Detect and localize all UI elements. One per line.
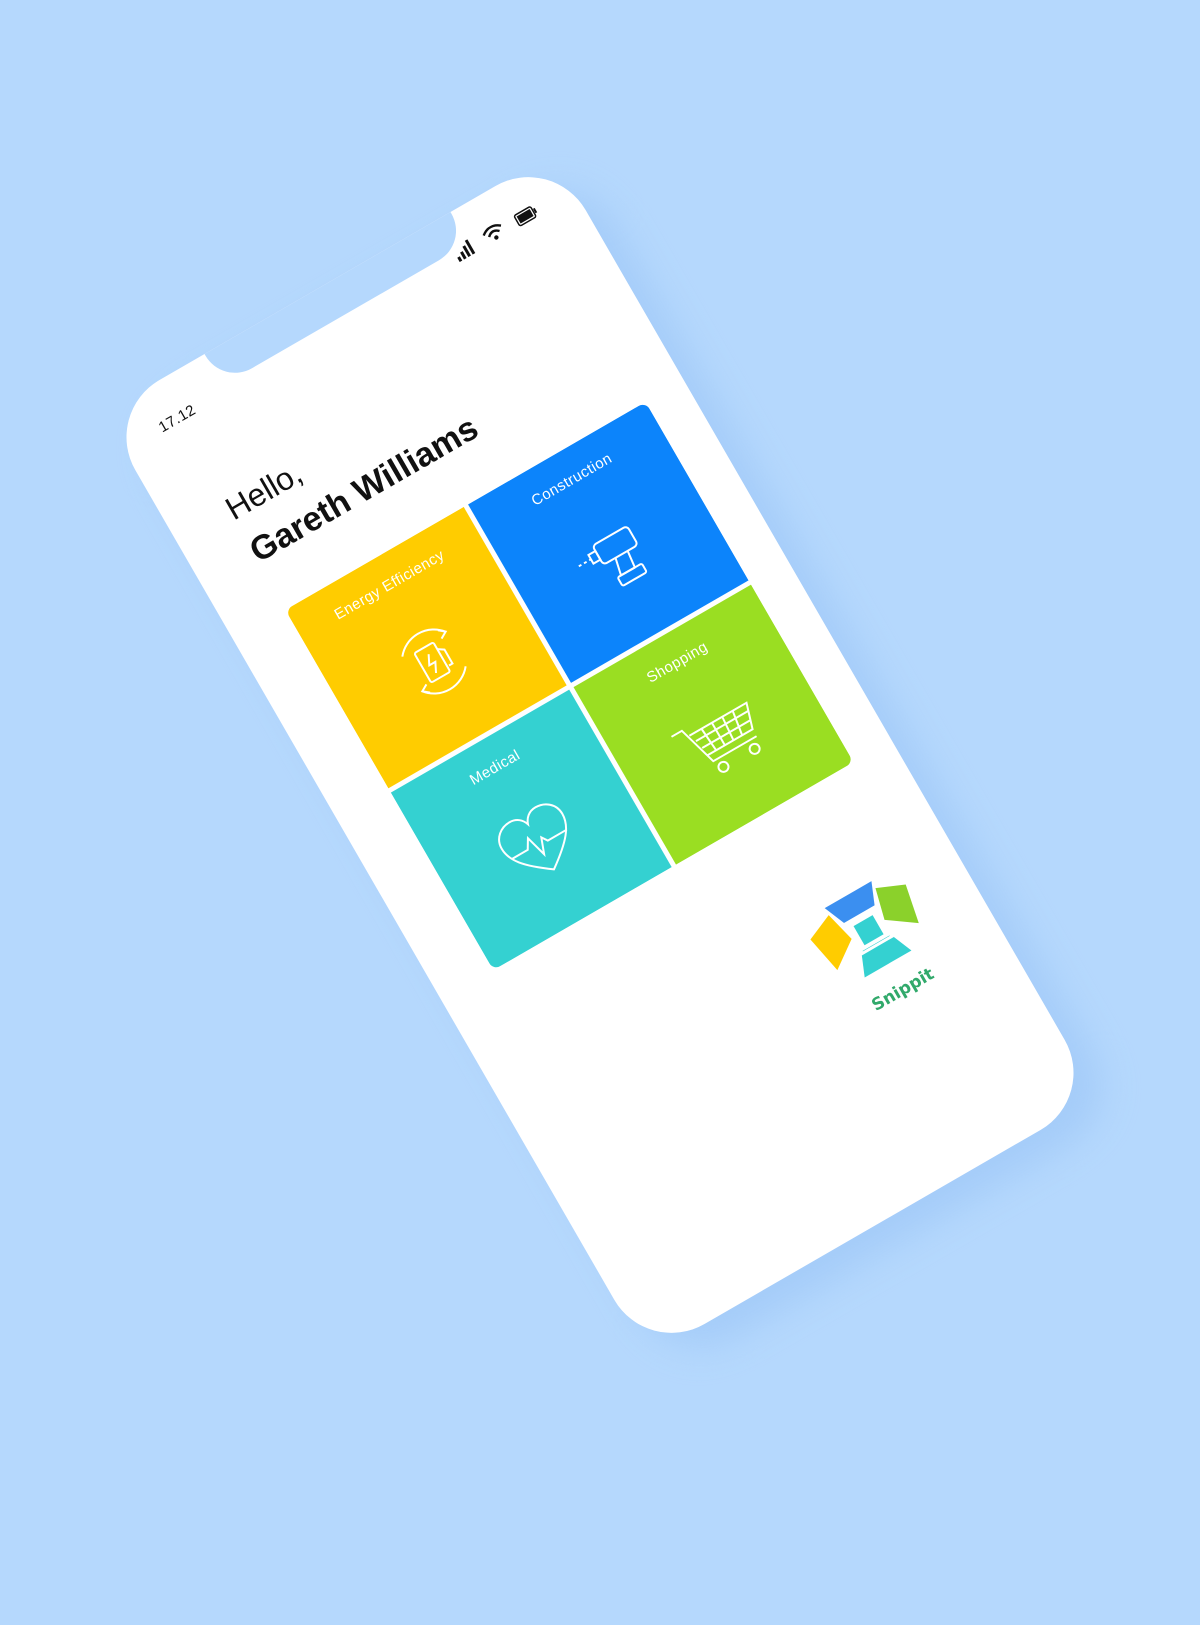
stage: 17.12 Hello, Gareth Williams Energy Effi…	[0, 0, 1200, 1625]
signal-icon	[451, 239, 478, 266]
snippit-logo: Snippit	[773, 840, 978, 1045]
drill-icon	[578, 526, 648, 587]
status-icons	[451, 202, 542, 266]
heartbeat-icon	[497, 803, 567, 871]
wifi-icon	[480, 221, 509, 249]
status-time: 17.12	[155, 401, 199, 437]
battery-icon	[512, 203, 542, 231]
snippit-logo-mark	[810, 881, 919, 978]
phone-screen: 17.12 Hello, Gareth Williams Energy Effi…	[102, 153, 1098, 1357]
shopping-cart-icon	[671, 700, 761, 773]
charging-station-icon	[401, 628, 467, 695]
phone-mockup: 17.12 Hello, Gareth Williams Energy Effi…	[102, 153, 1127, 1371]
phone-notch	[203, 210, 469, 386]
